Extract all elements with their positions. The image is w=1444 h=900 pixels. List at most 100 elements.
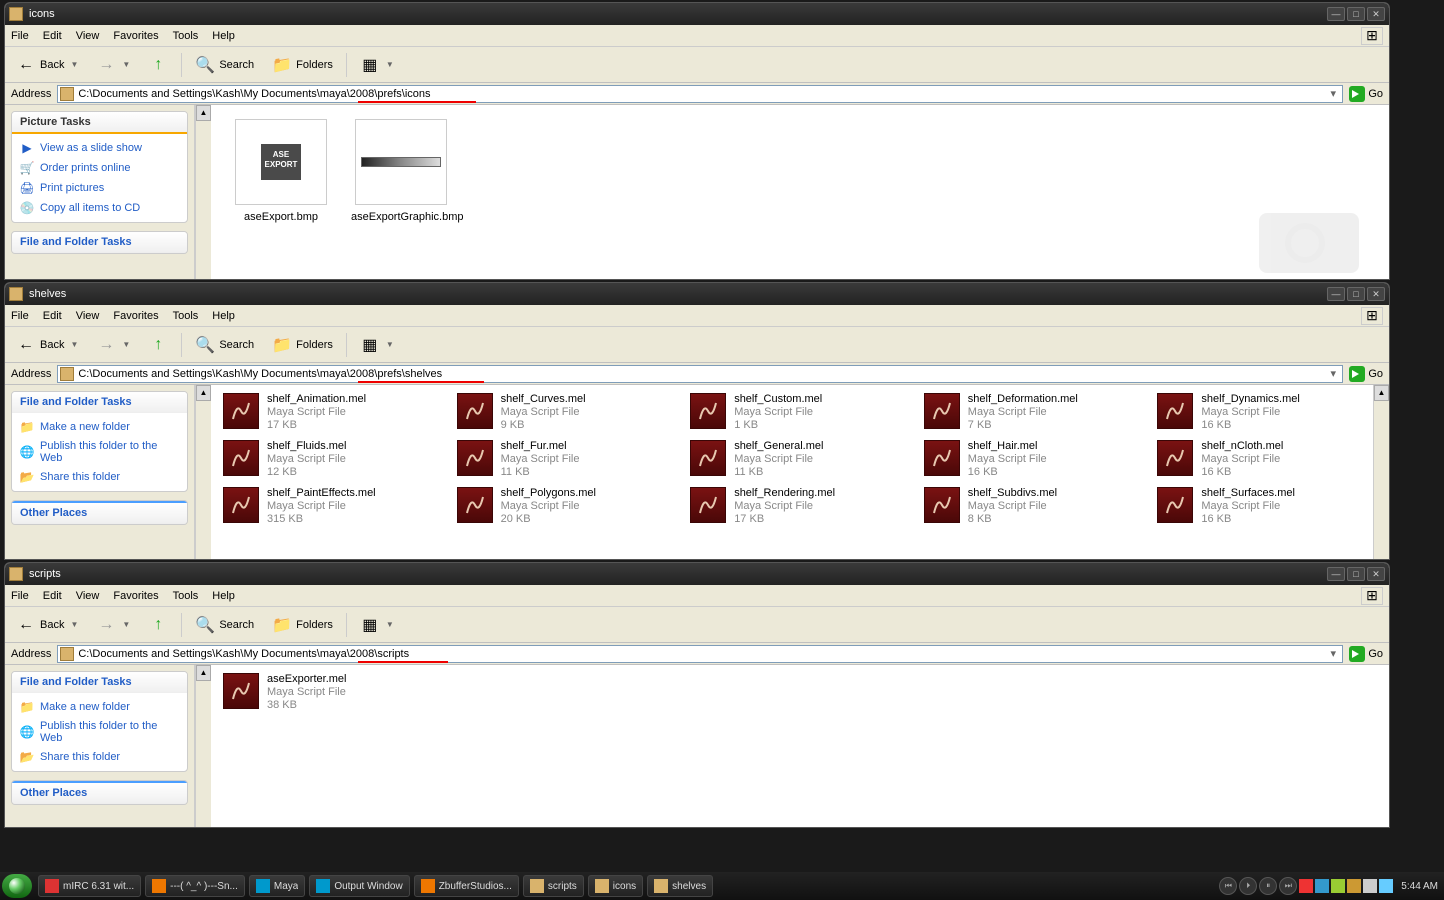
- scroll-up-button[interactable]: ▲: [196, 665, 211, 681]
- file-item[interactable]: shelf_Surfaces.melMaya Script File16 KB: [1155, 485, 1379, 528]
- file-thumbnail[interactable]: aseExportGraphic.bmp: [351, 119, 451, 223]
- file-item[interactable]: shelf_Rendering.melMaya Script File17 KB: [688, 485, 912, 528]
- menu-help[interactable]: Help: [212, 590, 235, 602]
- scroll-up-button[interactable]: ▲: [196, 105, 211, 121]
- media-pause-button[interactable]: ⏸: [1259, 877, 1277, 895]
- other-places-header[interactable]: Other Places: [12, 781, 187, 804]
- minimize-button[interactable]: —: [1327, 567, 1345, 581]
- file-item[interactable]: shelf_Subdivs.melMaya Script File8 KB: [922, 485, 1146, 528]
- task-new-folder[interactable]: 📁Make a new folder: [20, 417, 179, 437]
- menu-favorites[interactable]: Favorites: [113, 30, 158, 42]
- minimize-button[interactable]: —: [1327, 287, 1345, 301]
- titlebar[interactable]: icons — □ ✕: [5, 3, 1389, 25]
- menu-file[interactable]: File: [11, 30, 29, 42]
- tray-icon[interactable]: [1347, 879, 1361, 893]
- menu-favorites[interactable]: Favorites: [113, 590, 158, 602]
- folders-button[interactable]: 📁Folders: [267, 52, 338, 78]
- menu-tools[interactable]: Tools: [173, 310, 199, 322]
- task-order-prints[interactable]: 🛒Order prints online: [20, 158, 179, 178]
- task-slideshow[interactable]: ▶View as a slide show: [20, 138, 179, 158]
- task-copy-cd[interactable]: 💿Copy all items to CD: [20, 198, 179, 218]
- tray-icon[interactable]: [1379, 879, 1393, 893]
- close-button[interactable]: ✕: [1367, 7, 1385, 21]
- media-prev-button[interactable]: ⏮: [1219, 877, 1237, 895]
- go-button[interactable]: Go: [1349, 86, 1383, 102]
- menu-edit[interactable]: Edit: [43, 310, 62, 322]
- picture-tasks-header[interactable]: Picture Tasks: [12, 112, 187, 134]
- content-scrollbar[interactable]: ▲: [1373, 385, 1389, 559]
- maximize-button[interactable]: □: [1347, 567, 1365, 581]
- chevron-down-icon[interactable]: ▾: [1326, 87, 1340, 100]
- up-button[interactable]: ↑: [143, 52, 173, 78]
- menu-tools[interactable]: Tools: [173, 590, 199, 602]
- search-button[interactable]: 🔍Search: [190, 52, 259, 78]
- file-item[interactable]: shelf_Animation.melMaya Script File17 KB: [221, 391, 445, 434]
- address-input[interactable]: C:\Documents and Settings\Kash\My Docume…: [57, 645, 1343, 663]
- task-print[interactable]: 🖨Print pictures: [20, 178, 179, 198]
- clock[interactable]: 5:44 AM: [1401, 881, 1438, 892]
- content-area[interactable]: ASEEXPORT aseExport.bmp aseExportGraphic…: [211, 105, 1389, 279]
- taskbar-item[interactable]: icons: [588, 875, 643, 897]
- folders-button[interactable]: 📁Folders: [267, 332, 338, 358]
- taskbar-item[interactable]: Maya: [249, 875, 305, 897]
- file-item[interactable]: shelf_General.melMaya Script File11 KB: [688, 438, 912, 481]
- search-button[interactable]: 🔍Search: [190, 612, 259, 638]
- file-folder-tasks-header[interactable]: File and Folder Tasks: [12, 672, 187, 693]
- folders-button[interactable]: 📁Folders: [267, 612, 338, 638]
- forward-button[interactable]: →▼: [91, 332, 135, 358]
- menu-view[interactable]: View: [76, 30, 100, 42]
- go-button[interactable]: Go: [1349, 646, 1383, 662]
- minimize-button[interactable]: —: [1327, 7, 1345, 21]
- scroll-up-button[interactable]: ▲: [196, 385, 211, 401]
- search-button[interactable]: 🔍Search: [190, 332, 259, 358]
- file-item[interactable]: shelf_PaintEffects.melMaya Script File31…: [221, 485, 445, 528]
- go-button[interactable]: Go: [1349, 366, 1383, 382]
- content-area[interactable]: shelf_Animation.melMaya Script File17 KB…: [211, 385, 1389, 559]
- file-item[interactable]: shelf_Dynamics.melMaya Script File16 KB: [1155, 391, 1379, 434]
- file-item[interactable]: shelf_Fluids.melMaya Script File12 KB: [221, 438, 445, 481]
- other-places-header[interactable]: Other Places: [12, 501, 187, 524]
- chevron-down-icon[interactable]: ▾: [1326, 647, 1340, 660]
- task-publish-web[interactable]: 🌐Publish this folder to the Web: [20, 717, 179, 747]
- views-button[interactable]: ▦▼: [355, 612, 399, 638]
- menu-help[interactable]: Help: [212, 30, 235, 42]
- maximize-button[interactable]: □: [1347, 7, 1365, 21]
- menu-favorites[interactable]: Favorites: [113, 310, 158, 322]
- views-button[interactable]: ▦▼: [355, 52, 399, 78]
- file-item[interactable]: shelf_Fur.melMaya Script File11 KB: [455, 438, 679, 481]
- task-share-folder[interactable]: 📂Share this folder: [20, 747, 179, 767]
- menu-file[interactable]: File: [11, 310, 29, 322]
- address-input[interactable]: C:\Documents and Settings\Kash\My Docume…: [57, 85, 1343, 103]
- media-play-button[interactable]: ⏵: [1239, 877, 1257, 895]
- titlebar[interactable]: shelves — □ ✕: [5, 283, 1389, 305]
- content-area[interactable]: aseExporter.melMaya Script File38 KB: [211, 665, 1389, 827]
- maximize-button[interactable]: □: [1347, 287, 1365, 301]
- tray-icon[interactable]: [1299, 879, 1313, 893]
- back-button[interactable]: ←Back▼: [11, 52, 83, 78]
- up-button[interactable]: ↑: [143, 612, 173, 638]
- taskbar-item[interactable]: ZbufferStudios...: [414, 875, 519, 897]
- forward-button[interactable]: →▼: [91, 52, 135, 78]
- tray-icon[interactable]: [1315, 879, 1329, 893]
- taskbar-item[interactable]: shelves: [647, 875, 713, 897]
- back-button[interactable]: ←Back▼: [11, 332, 83, 358]
- close-button[interactable]: ✕: [1367, 567, 1385, 581]
- taskbar-item[interactable]: mIRC 6.31 wit...: [38, 875, 141, 897]
- file-item[interactable]: shelf_Custom.melMaya Script File1 KB: [688, 391, 912, 434]
- views-button[interactable]: ▦▼: [355, 332, 399, 358]
- address-input[interactable]: C:\Documents and Settings\Kash\My Docume…: [57, 365, 1343, 383]
- sidebar-scrollbar[interactable]: ▲: [195, 385, 211, 559]
- menu-edit[interactable]: Edit: [43, 30, 62, 42]
- taskbar-item[interactable]: Output Window: [309, 875, 409, 897]
- tray-icon[interactable]: [1363, 879, 1377, 893]
- file-item[interactable]: shelf_Curves.melMaya Script File9 KB: [455, 391, 679, 434]
- menu-view[interactable]: View: [76, 310, 100, 322]
- file-item[interactable]: shelf_Hair.melMaya Script File16 KB: [922, 438, 1146, 481]
- file-thumbnail[interactable]: ASEEXPORT aseExport.bmp: [231, 119, 331, 223]
- menu-view[interactable]: View: [76, 590, 100, 602]
- taskbar-item[interactable]: ---( ^_^ )---Sn...: [145, 875, 245, 897]
- file-item[interactable]: shelf_Deformation.melMaya Script File7 K…: [922, 391, 1146, 434]
- task-new-folder[interactable]: 📁Make a new folder: [20, 697, 179, 717]
- menu-tools[interactable]: Tools: [173, 30, 199, 42]
- menu-help[interactable]: Help: [212, 310, 235, 322]
